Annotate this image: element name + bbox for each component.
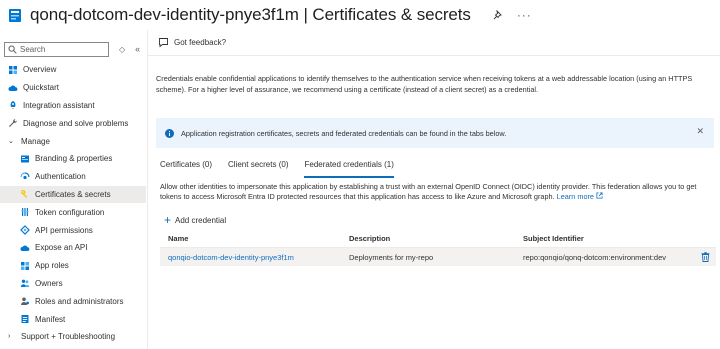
sidebar-item-token-configuration[interactable]: Token configuration xyxy=(0,203,146,221)
title-bar: qonq-dotcom-dev-identity-pnye3f1m | Cert… xyxy=(0,0,720,30)
app-roles-icon xyxy=(21,261,29,270)
credential-description: Deployments for my-repo xyxy=(349,252,434,262)
column-header-subject-identifier[interactable]: Subject Identifier xyxy=(521,234,691,243)
feedback-icon xyxy=(159,38,168,48)
learn-more-link[interactable]: Learn more xyxy=(557,192,594,201)
credential-name-link[interactable]: qonqio-dotcom-dev-identity-pnye3f1m xyxy=(160,253,343,262)
sidebar-item-label: Roles and administrators xyxy=(35,296,124,306)
delete-icon[interactable] xyxy=(701,252,710,262)
sidebar-item-authentication[interactable]: Authentication xyxy=(0,168,146,186)
sidebar-item-label: Overview xyxy=(23,65,57,75)
sidebar-item-label: Authentication xyxy=(35,172,86,182)
sidebar-item-label: App roles xyxy=(35,261,69,271)
page-title: qonq-dotcom-dev-identity-pnye3f1m | Cert… xyxy=(30,5,471,24)
table-header: Name Description Subject Identifier xyxy=(160,230,716,248)
wrench-icon xyxy=(9,119,18,128)
sidebar-group-label: Manage xyxy=(21,136,50,146)
cloud-icon xyxy=(20,245,30,251)
credential-tabs: Certificates (0) Client secrets (0) Fede… xyxy=(160,158,410,178)
more-options-icon[interactable]: ··· xyxy=(517,9,532,21)
authentication-icon xyxy=(20,172,30,179)
info-icon xyxy=(165,128,174,138)
owners-icon xyxy=(20,280,30,288)
federated-description-text: Allow other identities to impersonate th… xyxy=(160,182,697,201)
sidebar-item-label: Owners xyxy=(35,278,63,288)
column-header-name[interactable]: Name xyxy=(160,234,343,243)
sidebar-item-manifest[interactable]: Manifest xyxy=(0,310,146,328)
sidebar-item-quickstart[interactable]: Quickstart xyxy=(0,79,146,97)
intro-text: Credentials enable confidential applicat… xyxy=(156,74,693,94)
sidebar-nav: Overview Quickstart Integration assistan… xyxy=(0,61,146,346)
manifest-icon xyxy=(21,315,29,324)
sidebar-item-certificates-secrets[interactable]: Certificates & secrets xyxy=(0,185,146,204)
sidebar-item-label: Quickstart xyxy=(23,83,60,93)
sidebar-item-app-roles[interactable]: App roles xyxy=(0,257,146,275)
search-input[interactable] xyxy=(20,44,100,54)
sidebar-item-roles-administrators[interactable]: Roles and administrators xyxy=(0,292,146,310)
pin-icon[interactable] xyxy=(493,10,503,20)
sidebar-group-support[interactable]: › Support + Troubleshooting xyxy=(0,328,146,346)
sidebar-item-owners[interactable]: Owners xyxy=(0,275,146,293)
sidebar-item-label: Branding & properties xyxy=(35,154,113,164)
chevron-right-icon: › xyxy=(8,333,11,341)
api-permissions-icon xyxy=(20,225,30,235)
roles-icon xyxy=(21,297,29,306)
grid-icon xyxy=(9,65,17,74)
rocket-icon xyxy=(10,101,16,110)
main-content: Got feedback? Credentials enable confide… xyxy=(147,30,720,349)
info-banner-message: Application registration certificates, s… xyxy=(181,128,507,138)
sidebar-item-api-permissions[interactable]: API permissions xyxy=(0,221,146,239)
add-icon: + xyxy=(164,213,172,227)
chevron-down-icon: ⌄ xyxy=(8,138,14,146)
tab-client-secrets[interactable]: Client secrets (0) xyxy=(228,158,288,178)
federated-credentials-table: Name Description Subject Identifier qonq… xyxy=(160,230,716,266)
column-header-description[interactable]: Description xyxy=(343,234,521,243)
sidebar-item-label: Expose an API xyxy=(35,243,88,253)
credential-subject-identifier: repo:qonqio/qonq-dotcom:environment:dev xyxy=(523,252,667,262)
tab-federated-credentials[interactable]: Federated credentials (1) xyxy=(304,158,395,178)
sidebar-item-label: Diagnose and solve problems xyxy=(23,118,129,128)
app-registration-icon xyxy=(9,8,21,22)
add-credential-label: Add credential xyxy=(175,215,227,225)
token-icon xyxy=(21,208,29,217)
sidebar-group-label: Support + Troubleshooting xyxy=(21,332,116,342)
tab-certificates[interactable]: Certificates (0) xyxy=(160,158,212,178)
sidebar-item-label: Manifest xyxy=(35,314,66,324)
sidebar-group-manage[interactable]: ⌄ Manage xyxy=(0,132,146,150)
sidebar-item-label: Token configuration xyxy=(35,207,105,217)
sidebar-item-overview[interactable]: Overview xyxy=(0,61,146,79)
table-row[interactable]: qonqio-dotcom-dev-identity-pnye3f1m Depl… xyxy=(160,248,716,266)
sidebar-item-diagnose[interactable]: Diagnose and solve problems xyxy=(0,114,146,132)
key-icon xyxy=(21,190,28,199)
command-bar: Got feedback? xyxy=(148,30,720,56)
sidebar: ◇ « Overview Quickstart Integration assi… xyxy=(0,36,146,349)
sidebar-item-expose-api[interactable]: Expose an API xyxy=(0,239,146,257)
add-credential-button[interactable]: + Add credential xyxy=(164,213,226,227)
sidebar-item-integration-assistant[interactable]: Integration assistant xyxy=(0,97,146,115)
federated-description: Allow other identities to impersonate th… xyxy=(160,182,716,202)
close-icon[interactable]: ✕ xyxy=(696,126,704,137)
info-banner: Application registration certificates, s… xyxy=(156,118,714,148)
expand-collapse-icon[interactable]: ◇ xyxy=(119,45,125,54)
sidebar-item-label: Integration assistant xyxy=(23,100,95,110)
collapse-sidebar-icon[interactable]: « xyxy=(135,44,140,54)
sidebar-item-label: API permissions xyxy=(35,225,93,235)
sidebar-item-label: Certificates & secrets xyxy=(35,189,111,199)
cloud-icon xyxy=(8,85,18,91)
sidebar-item-branding[interactable]: Branding & properties xyxy=(0,150,146,168)
search-icon xyxy=(8,45,17,54)
external-link-icon[interactable] xyxy=(596,192,603,199)
search-input-container[interactable] xyxy=(4,41,109,57)
branding-icon xyxy=(21,155,29,163)
feedback-button[interactable]: Got feedback? xyxy=(174,38,226,47)
